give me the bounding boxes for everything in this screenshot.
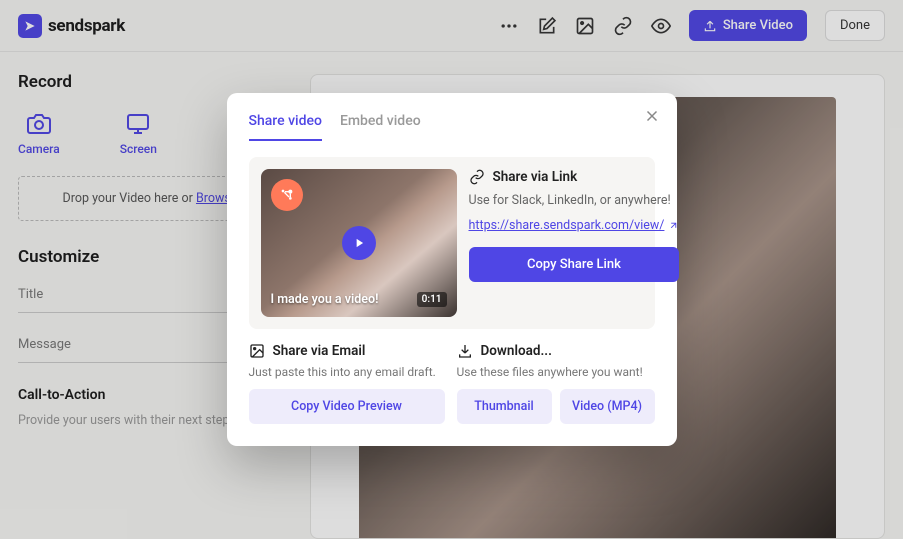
copy-share-link-button[interactable]: Copy Share Link	[469, 247, 680, 282]
link-icon	[469, 169, 485, 185]
share-link-desc: Use for Slack, LinkedIn, or anywhere!	[469, 193, 680, 208]
close-icon[interactable]	[643, 107, 661, 125]
download-heading: Download...	[457, 343, 655, 359]
duration-badge: 0:11	[417, 292, 447, 307]
external-link-icon	[668, 220, 679, 231]
thumbnail-download-button[interactable]: Thumbnail	[457, 389, 552, 424]
copy-video-preview-button[interactable]: Copy Video Preview	[249, 389, 445, 424]
video-thumbnail[interactable]: I made you a video! 0:11	[261, 169, 457, 317]
image-icon	[249, 343, 265, 359]
share-link-heading: Share via Link	[469, 169, 680, 185]
modal-overlay[interactable]: Share video Embed video I made you a vid…	[0, 0, 903, 539]
email-desc: Just paste this into any email draft.	[249, 365, 445, 379]
modal-tabs: Share video Embed video	[249, 107, 655, 141]
email-heading: Share via Email	[249, 343, 445, 359]
tab-share-video[interactable]: Share video	[249, 107, 322, 141]
download-section: Download... Use these files anywhere you…	[457, 343, 655, 424]
hubspot-badge-icon	[271, 179, 303, 211]
download-desc: Use these files anywhere you want!	[457, 365, 655, 379]
modal-bottom: Share via Email Just paste this into any…	[249, 329, 655, 424]
thumbnail-caption: I made you a video! 0:11	[261, 292, 457, 307]
caption-text: I made you a video!	[271, 292, 379, 307]
play-icon[interactable]	[342, 226, 376, 260]
share-link-url[interactable]: https://share.sendspark.com/view/	[469, 218, 680, 233]
share-via-email: Share via Email Just paste this into any…	[249, 343, 445, 424]
download-buttons: Thumbnail Video (MP4)	[457, 389, 655, 424]
modal-main: I made you a video! 0:11 Share via Link …	[249, 157, 655, 329]
download-icon	[457, 343, 473, 359]
tab-embed-video[interactable]: Embed video	[340, 107, 421, 141]
share-modal: Share video Embed video I made you a vid…	[227, 93, 677, 446]
share-via-link: Share via Link Use for Slack, LinkedIn, …	[469, 169, 680, 317]
mp4-download-button[interactable]: Video (MP4)	[560, 389, 655, 424]
